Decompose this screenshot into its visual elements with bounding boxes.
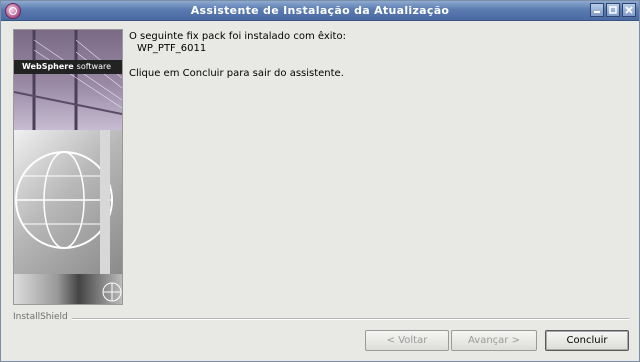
bridge-image: WebSphere software	[14, 30, 122, 130]
tech-strip-image	[14, 274, 122, 304]
footer-separator	[69, 318, 629, 320]
maximize-icon[interactable]	[606, 3, 620, 17]
minimize-icon[interactable]	[590, 3, 604, 17]
window-title: Assistente de Instalação da Atualização	[190, 4, 450, 17]
window-controls	[590, 3, 636, 17]
globe-image	[14, 130, 122, 274]
success-text: O seguinte fix pack foi instalado com êx…	[129, 31, 346, 42]
back-button[interactable]: < Voltar	[365, 330, 449, 351]
fixpack-name: WP_PTF_6011	[137, 43, 207, 54]
installshield-label: InstallShield	[13, 312, 72, 322]
globe-illustration	[15, 130, 113, 274]
finish-button[interactable]: Concluir	[545, 330, 629, 351]
title-bar[interactable]: Assistente de Instalação da Atualização	[1, 1, 639, 21]
completion-message: O seguinte fix pack foi instalado com êx…	[129, 31, 629, 80]
websphere-side-image: WebSphere software	[13, 29, 123, 305]
close-icon[interactable]	[622, 3, 636, 17]
installer-window: Assistente de Instalação da Atualização	[0, 0, 640, 362]
brand-sub: software	[76, 62, 112, 71]
exit-instruction: Clique em Concluir para sair do assisten…	[129, 68, 344, 79]
next-button[interactable]: Avançar >	[451, 330, 537, 351]
tech-strip-illustration	[102, 282, 122, 302]
websphere-logo: WebSphere software	[14, 60, 122, 74]
brand-main: WebSphere	[22, 62, 74, 71]
bridge-illustration	[14, 30, 122, 130]
